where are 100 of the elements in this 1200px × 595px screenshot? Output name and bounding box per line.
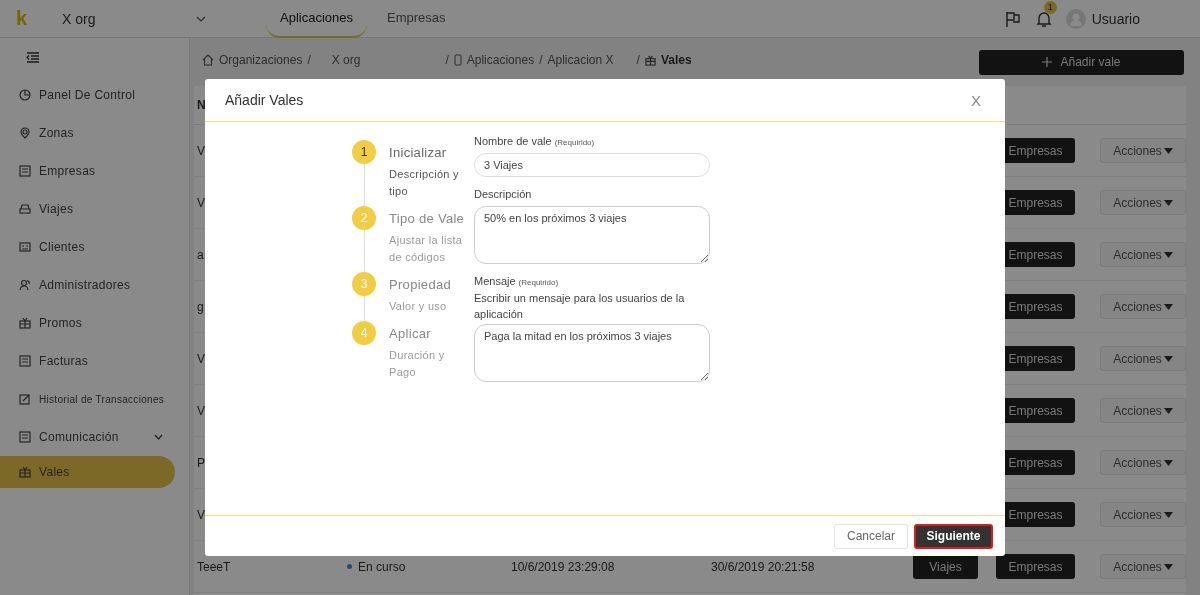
sidebar-item[interactable]: Promos: [0, 304, 175, 342]
sidebar-item[interactable]: Viajes: [0, 190, 175, 228]
field-label: Nombre de vale: [474, 135, 552, 147]
step-title: Tipo de Vale: [389, 210, 466, 228]
sidebar-item[interactable]: Historial de Transacciones: [0, 380, 175, 418]
gift-icon: [19, 466, 31, 478]
gift-icon: [644, 54, 656, 66]
actions-dropdown[interactable]: Acciones: [1100, 450, 1186, 475]
breadcrumb-link[interactable]: X org: [331, 53, 361, 67]
phone-icon: [453, 54, 462, 66]
step-number: 2: [352, 206, 376, 230]
breadcrumb-link[interactable]: Aplicaciones: [466, 53, 535, 67]
close-button[interactable]: X: [965, 90, 987, 110]
breadcrumb-separator: /: [445, 53, 449, 67]
table-cell-text: V: [197, 403, 206, 418]
sidebar-item[interactable]: Administradores: [0, 266, 175, 304]
user-name[interactable]: Usuario: [1091, 10, 1140, 27]
people-icon: [19, 279, 31, 291]
flag-icon[interactable]: [1003, 9, 1022, 28]
breadcrumb-link[interactable]: Vales: [660, 53, 692, 67]
car-icon: [19, 203, 31, 215]
caret-icon: [1163, 251, 1173, 258]
caret-icon: [1163, 199, 1173, 206]
step-number: 3: [352, 272, 376, 296]
step-subtitle: Descripción y tipo: [389, 167, 460, 199]
table-cell-text: a: [197, 247, 205, 262]
step-subtitle: Valor y uso: [389, 299, 448, 314]
table-cell-text: V: [197, 507, 206, 522]
field-label: Descripción: [474, 188, 532, 200]
actions-dropdown[interactable]: Acciones: [1100, 554, 1186, 579]
plus-icon: [1042, 57, 1053, 67]
field-help: Escribir un mensaje para los usuarios de la aplicación: [474, 291, 686, 322]
actions-dropdown[interactable]: Acciones: [1100, 138, 1186, 163]
chevron-down-icon[interactable]: [196, 15, 206, 22]
step-subtitle: Duración y Pago: [389, 348, 446, 380]
sidebar-item[interactable]: Panel De Control: [0, 76, 175, 114]
table-cell-text: 10/6/2019 23:29:08: [511, 559, 616, 574]
document-icon: [19, 355, 31, 367]
table-cell-text: P: [197, 455, 206, 470]
edit-icon: [19, 393, 31, 405]
breadcrumb-separator: /: [539, 53, 543, 67]
sidebar-item[interactable]: Vales: [0, 456, 175, 488]
home-icon: [202, 54, 214, 66]
logo: k: [16, 7, 29, 30]
dialog-title: Añadir Vales: [225, 92, 304, 108]
add-voucher-button[interactable]: Añadir vale: [979, 49, 1184, 75]
caret-icon: [1163, 459, 1173, 466]
document-icon: [19, 431, 31, 443]
nav-tab[interactable]: Empresas: [373, 0, 460, 38]
table-cell-text: 30/6/2019 20:21:58: [711, 559, 816, 574]
next-button[interactable]: Siguiente: [914, 523, 993, 549]
text-area[interactable]: 50% en los próximos 3 viajes: [474, 206, 710, 264]
table-cell-text: V: [197, 351, 206, 366]
nav-tab[interactable]: Aplicaciones: [266, 0, 367, 38]
step-number: 1: [352, 140, 376, 164]
table-cell-text: g: [197, 299, 205, 314]
step-number: 4: [352, 321, 376, 345]
org-name: X org: [62, 10, 97, 27]
actions-dropdown[interactable]: Acciones: [1100, 346, 1186, 371]
step-title: Propiedad: [389, 276, 452, 294]
required-note: (Requirido): [518, 278, 559, 287]
breadcrumb-separator: /: [307, 53, 311, 67]
caret-icon: [1163, 355, 1173, 362]
actions-dropdown[interactable]: Acciones: [1100, 398, 1186, 423]
trips-button[interactable]: Viajes: [913, 554, 978, 579]
actions-dropdown[interactable]: Acciones: [1100, 294, 1186, 319]
step-title: Aplicar: [389, 325, 432, 343]
location-pin-icon: [19, 127, 31, 139]
caret-icon: [1163, 407, 1173, 414]
notification-badge: 1: [1043, 0, 1057, 14]
actions-dropdown[interactable]: Acciones: [1100, 190, 1186, 215]
field-label: Mensaje: [474, 275, 516, 287]
sidebar-item[interactable]: Clientes: [0, 228, 175, 266]
pie-chart-icon: [19, 89, 31, 101]
gift-icon: [19, 317, 31, 329]
table-cell-text: V: [197, 195, 206, 210]
menu-collapse-icon[interactable]: [26, 52, 40, 64]
table-cell-text: V: [197, 143, 206, 158]
id-card-icon: [19, 241, 31, 253]
document-icon: [19, 165, 31, 177]
sidebar-item[interactable]: Zonas: [0, 114, 175, 152]
cancel-button[interactable]: Cancelar: [834, 523, 908, 549]
breadcrumb-link[interactable]: Aplicacion X: [547, 53, 614, 67]
column-header: N: [197, 98, 206, 112]
caret-icon: [1163, 563, 1173, 570]
bell-icon[interactable]: [1035, 9, 1052, 28]
caret-icon: [1163, 511, 1173, 518]
breadcrumb-link[interactable]: Organizaciones: [219, 53, 303, 67]
required-note: (Requirido): [554, 138, 595, 147]
caret-icon: [1163, 303, 1173, 310]
text-area[interactable]: Paga la mitad en los próximos 3 viajes: [474, 324, 710, 382]
sidebar-item[interactable]: Facturas: [0, 342, 175, 380]
caret-icon: [1163, 147, 1173, 154]
actions-dropdown[interactable]: Acciones: [1100, 242, 1186, 267]
sidebar-item[interactable]: Empresas: [0, 152, 175, 190]
actions-dropdown[interactable]: Acciones: [1100, 502, 1186, 527]
sidebar-item[interactable]: Comunicación: [0, 418, 175, 456]
companies-button[interactable]: Empresas: [996, 554, 1075, 579]
step-title: Inicializar: [389, 144, 448, 162]
input-field[interactable]: 3 Viajes: [474, 153, 710, 177]
